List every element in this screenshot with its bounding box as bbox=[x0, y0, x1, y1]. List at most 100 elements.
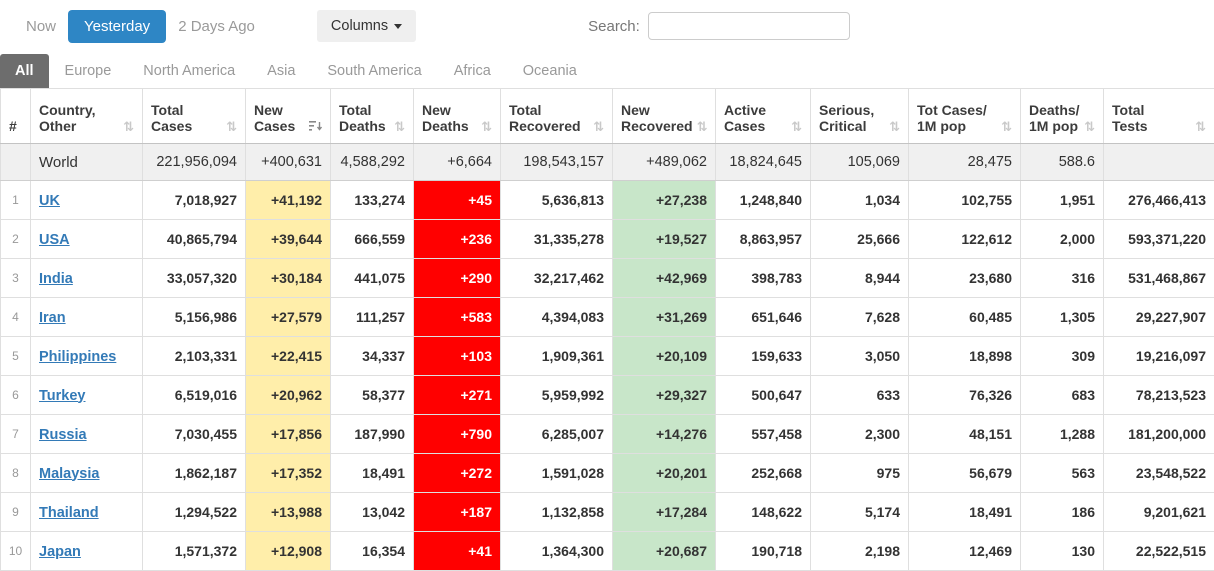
cell-country: Turkey bbox=[31, 376, 143, 415]
country-link[interactable]: India bbox=[39, 271, 73, 287]
header-label-line2: 1M pop bbox=[1029, 118, 1078, 134]
cell-new-deaths: +236 bbox=[414, 220, 501, 259]
cell-active-cases: 1,248,840 bbox=[716, 181, 811, 220]
header-new-deaths[interactable]: NewDeaths⇅ bbox=[414, 89, 501, 144]
header-label-line1: Deaths/ bbox=[1029, 102, 1095, 118]
cell-country: Japan bbox=[31, 532, 143, 571]
cell-country: Thailand bbox=[31, 493, 143, 532]
two-days-ago-button[interactable]: 2 Days Ago bbox=[166, 11, 267, 42]
header-total-recovered[interactable]: TotalRecovered⇅ bbox=[501, 89, 613, 144]
country-link[interactable]: Japan bbox=[39, 544, 81, 560]
cell-country: Malaysia bbox=[31, 454, 143, 493]
table-row: 6Turkey6,519,016+20,96258,377+2715,959,9… bbox=[1, 376, 1214, 415]
header-label-line2: Recovered bbox=[621, 118, 693, 134]
cell-cases-per-1m: 18,898 bbox=[909, 337, 1021, 376]
table-row: 5Philippines2,103,331+22,41534,337+1031,… bbox=[1, 337, 1214, 376]
cell-rank bbox=[1, 144, 31, 181]
cell-rank: 7 bbox=[1, 415, 31, 454]
cell-country: UK bbox=[31, 181, 143, 220]
cell-serious-critical: 3,050 bbox=[811, 337, 909, 376]
sort-both-icon: ⇅ bbox=[1195, 120, 1206, 133]
cell-new-cases: +30,184 bbox=[246, 259, 331, 298]
header-label-line2: Cases bbox=[724, 118, 765, 134]
cell-deaths-per-1m: 130 bbox=[1021, 532, 1104, 571]
cell-new-recovered: +29,327 bbox=[613, 376, 716, 415]
tab-europe[interactable]: Europe bbox=[49, 54, 128, 88]
tab-oceania[interactable]: Oceania bbox=[507, 54, 593, 88]
cell-cases-per-1m: 23,680 bbox=[909, 259, 1021, 298]
header-label-line2: Deaths bbox=[339, 118, 386, 134]
cell-active-cases: 500,647 bbox=[716, 376, 811, 415]
country-link[interactable]: UK bbox=[39, 193, 60, 209]
cell-total-cases: 1,571,372 bbox=[143, 532, 246, 571]
tab-africa[interactable]: Africa bbox=[438, 54, 507, 88]
cell-cases-per-1m: 102,755 bbox=[909, 181, 1021, 220]
sort-both-icon: ⇅ bbox=[394, 120, 405, 133]
covid-stats-table: #Country,Other⇅TotalCases⇅NewCasesTotalD… bbox=[0, 88, 1214, 571]
country-link[interactable]: Malaysia bbox=[39, 466, 99, 482]
world-row: World221,956,094+400,6314,588,292+6,6641… bbox=[1, 144, 1214, 181]
cell-total-recovered: 5,959,992 bbox=[501, 376, 613, 415]
cell-cases-per-1m: 122,612 bbox=[909, 220, 1021, 259]
cell-cases-per-1m: 48,151 bbox=[909, 415, 1021, 454]
header-label-line1: Serious, bbox=[819, 102, 900, 118]
cell-new-cases: +27,579 bbox=[246, 298, 331, 337]
header-total-cases[interactable]: TotalCases⇅ bbox=[143, 89, 246, 144]
cell-active-cases: 18,824,645 bbox=[716, 144, 811, 181]
cell-total-recovered: 5,636,813 bbox=[501, 181, 613, 220]
country-link[interactable]: Philippines bbox=[39, 349, 116, 365]
header-new-recovered[interactable]: NewRecovered⇅ bbox=[613, 89, 716, 144]
cell-total-recovered: 198,543,157 bbox=[501, 144, 613, 181]
header-new-cases[interactable]: NewCases bbox=[246, 89, 331, 144]
header-serious-critical[interactable]: Serious,Critical⇅ bbox=[811, 89, 909, 144]
yesterday-button[interactable]: Yesterday bbox=[68, 10, 166, 43]
cell-new-deaths: +6,664 bbox=[414, 144, 501, 181]
cell-total-cases: 1,862,187 bbox=[143, 454, 246, 493]
cell-cases-per-1m: 56,679 bbox=[909, 454, 1021, 493]
cell-total-recovered: 32,217,462 bbox=[501, 259, 613, 298]
header-label-line1: New bbox=[254, 102, 322, 118]
header-total-tests[interactable]: TotalTests⇅ bbox=[1104, 89, 1214, 144]
cell-active-cases: 651,646 bbox=[716, 298, 811, 337]
table-row: 3India33,057,320+30,184441,075+29032,217… bbox=[1, 259, 1214, 298]
header-country[interactable]: Country,Other⇅ bbox=[31, 89, 143, 144]
columns-dropdown-button[interactable]: Columns bbox=[317, 10, 416, 42]
cell-new-recovered: +31,269 bbox=[613, 298, 716, 337]
header-label-line2: Recovered bbox=[509, 118, 581, 134]
country-link[interactable]: Turkey bbox=[39, 388, 85, 404]
header-cases-per-1m[interactable]: Tot Cases/1M pop⇅ bbox=[909, 89, 1021, 144]
now-button[interactable]: Now bbox=[14, 11, 68, 42]
cell-total-tests: 181,200,000 bbox=[1104, 415, 1214, 454]
cell-new-cases: +22,415 bbox=[246, 337, 331, 376]
table-row: 10Japan1,571,372+12,90816,354+411,364,30… bbox=[1, 532, 1214, 571]
country-link[interactable]: Thailand bbox=[39, 505, 99, 521]
country-link[interactable]: USA bbox=[39, 232, 70, 248]
cell-new-deaths: +45 bbox=[414, 181, 501, 220]
header-active-cases[interactable]: ActiveCases⇅ bbox=[716, 89, 811, 144]
cell-serious-critical: 2,300 bbox=[811, 415, 909, 454]
columns-dropdown-label: Columns bbox=[331, 18, 388, 34]
header-deaths-per-1m[interactable]: Deaths/1M pop⇅ bbox=[1021, 89, 1104, 144]
cell-serious-critical: 8,944 bbox=[811, 259, 909, 298]
tab-north-america[interactable]: North America bbox=[127, 54, 251, 88]
header-label-line2: Tests bbox=[1112, 118, 1148, 134]
country-link[interactable]: Iran bbox=[39, 310, 66, 326]
cell-total-deaths: 133,274 bbox=[331, 181, 414, 220]
cell-cases-per-1m: 76,326 bbox=[909, 376, 1021, 415]
tab-south-america[interactable]: South America bbox=[311, 54, 437, 88]
cell-total-cases: 40,865,794 bbox=[143, 220, 246, 259]
cell-new-cases: +12,908 bbox=[246, 532, 331, 571]
header-total-deaths[interactable]: TotalDeaths⇅ bbox=[331, 89, 414, 144]
cell-rank: 10 bbox=[1, 532, 31, 571]
cell-country: India bbox=[31, 259, 143, 298]
cell-new-cases: +17,856 bbox=[246, 415, 331, 454]
cell-new-deaths: +790 bbox=[414, 415, 501, 454]
cell-new-cases: +17,352 bbox=[246, 454, 331, 493]
cell-serious-critical: 975 bbox=[811, 454, 909, 493]
country-link[interactable]: Russia bbox=[39, 427, 87, 443]
tab-asia[interactable]: Asia bbox=[251, 54, 311, 88]
tab-all[interactable]: All bbox=[0, 54, 49, 88]
cell-total-recovered: 31,335,278 bbox=[501, 220, 613, 259]
header-label: # bbox=[9, 118, 17, 134]
search-input[interactable] bbox=[648, 12, 850, 40]
